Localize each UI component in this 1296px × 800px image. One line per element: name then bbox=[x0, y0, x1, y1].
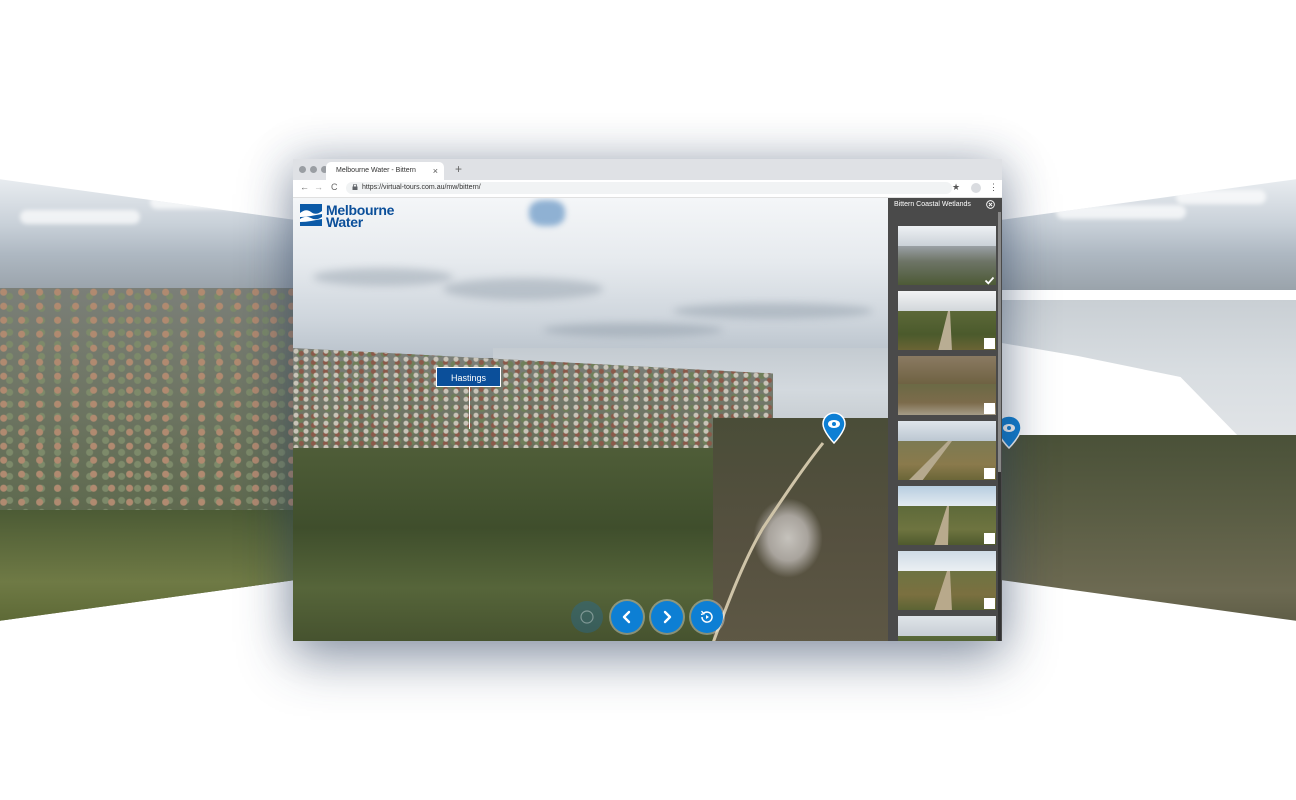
browser-window: Melbourne Water - Bittern × + ← → C http… bbox=[293, 159, 1002, 641]
previous-icon bbox=[622, 610, 631, 624]
next-icon bbox=[663, 610, 672, 624]
back-button[interactable]: ← bbox=[300, 182, 309, 192]
scene-checkbox[interactable] bbox=[984, 533, 995, 544]
emblem-icon bbox=[580, 610, 594, 624]
tab-title: Melbourne Water - Bittern bbox=[336, 167, 416, 174]
panorama-right-wing bbox=[996, 179, 1296, 621]
scene-checkbox[interactable] bbox=[984, 468, 995, 479]
panel-close-icon[interactable] bbox=[986, 200, 995, 209]
logo-wave-icon bbox=[300, 204, 322, 226]
address-bar-row: ← → C https://virtual-tours.com.au/mw/bi… bbox=[293, 180, 1002, 198]
browser-tab[interactable]: Melbourne Water - Bittern × bbox=[326, 162, 444, 180]
bookmark-star-icon[interactable]: ★ bbox=[952, 182, 960, 193]
panel-title: Bittern Coastal Wetlands bbox=[894, 201, 971, 208]
tab-bar: Melbourne Water - Bittern × + bbox=[293, 159, 1002, 180]
close-window-dot[interactable] bbox=[299, 166, 306, 173]
next-scene-button[interactable] bbox=[651, 601, 683, 633]
scene-checkbox-checked[interactable] bbox=[984, 273, 995, 285]
browser-menu-icon[interactable]: ⋮ bbox=[989, 182, 998, 193]
scene-thumbnail-1[interactable] bbox=[898, 226, 996, 285]
autorotate-button[interactable] bbox=[691, 601, 723, 633]
scene-thumbnail-4[interactable] bbox=[898, 421, 996, 480]
scene-thumbnail-list bbox=[898, 226, 996, 641]
tour-controls bbox=[571, 601, 723, 633]
previous-scene-button[interactable] bbox=[611, 601, 643, 633]
view-pin-icon[interactable] bbox=[822, 412, 846, 444]
panorama-viewport[interactable]: Melbourne Water Hastings Bittern Coastal… bbox=[293, 198, 1002, 641]
scene-thumbnail-6[interactable] bbox=[898, 551, 996, 610]
new-tab-button[interactable]: + bbox=[455, 162, 462, 176]
scene-thumbnail-5[interactable] bbox=[898, 486, 996, 545]
hotspot-stem bbox=[469, 387, 470, 429]
scene-checkbox[interactable] bbox=[984, 338, 995, 349]
scene-checkbox[interactable] bbox=[984, 403, 995, 414]
scene-thumbnail-3[interactable] bbox=[898, 356, 996, 415]
scene-checkbox[interactable] bbox=[984, 598, 995, 609]
emblem-button[interactable] bbox=[571, 601, 603, 633]
forward-button[interactable]: → bbox=[314, 182, 323, 192]
panel-scrollbar-thumb[interactable] bbox=[998, 212, 1001, 472]
scene-list-panel: Bittern Coastal Wetlands bbox=[888, 198, 1002, 641]
scene-thumbnail-2[interactable] bbox=[898, 291, 996, 350]
lock-icon bbox=[352, 184, 358, 190]
autorotate-icon bbox=[700, 610, 713, 623]
reload-button[interactable]: C bbox=[331, 182, 338, 192]
profile-avatar[interactable] bbox=[971, 183, 981, 193]
window-controls[interactable] bbox=[299, 166, 328, 173]
melbourne-water-logo[interactable]: Melbourne Water bbox=[300, 203, 394, 229]
scene-thumbnail-7[interactable] bbox=[898, 616, 996, 641]
hotspot-label-hastings[interactable]: Hastings bbox=[436, 367, 501, 387]
url-input[interactable]: https://virtual-tours.com.au/mw/bittern/ bbox=[346, 182, 952, 194]
checkmark-icon bbox=[984, 276, 995, 285]
minimize-window-dot[interactable] bbox=[310, 166, 317, 173]
tab-close-icon[interactable]: × bbox=[433, 166, 438, 176]
panorama-left-wing bbox=[0, 179, 300, 621]
